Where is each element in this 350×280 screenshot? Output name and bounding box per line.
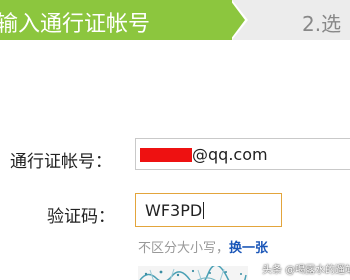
watermark-text: 头条 @喝露水的遛站	[262, 265, 350, 276]
step-2-label: 2.选	[302, 12, 342, 36]
account-recovery-page: 输入通行证帐号 2.选 通行证帐号： @qq.com 验证码： WF3PD 不区…	[0, 0, 350, 280]
captcha-input-value: WF3PD	[145, 201, 205, 220]
redaction-mark	[140, 148, 192, 162]
account-label: 通行证帐号：	[10, 152, 112, 172]
step-progress-bar: 输入通行证帐号 2.选	[0, 0, 350, 40]
captcha-hint-row: 不区分大小写，换一张	[138, 237, 268, 256]
step-1-active: 输入通行证帐号	[0, 0, 232, 40]
captcha-input-text: WF3PD	[145, 201, 203, 220]
case-insensitive-hint: 不区分大小写，	[138, 241, 230, 256]
captcha-image[interactable]	[138, 266, 248, 280]
account-input[interactable]: @qq.com	[135, 138, 350, 170]
text-caret	[203, 202, 205, 219]
step-1-label: 输入通行证帐号	[0, 12, 151, 37]
refresh-captcha-link[interactable]: 换一张	[229, 241, 268, 256]
captcha-label: 验证码：	[47, 207, 115, 227]
account-input-value: @qq.com	[192, 145, 268, 164]
captcha-noise-graphic	[138, 266, 248, 280]
step-arrow	[230, 0, 245, 40]
captcha-input[interactable]: WF3PD	[135, 193, 282, 227]
